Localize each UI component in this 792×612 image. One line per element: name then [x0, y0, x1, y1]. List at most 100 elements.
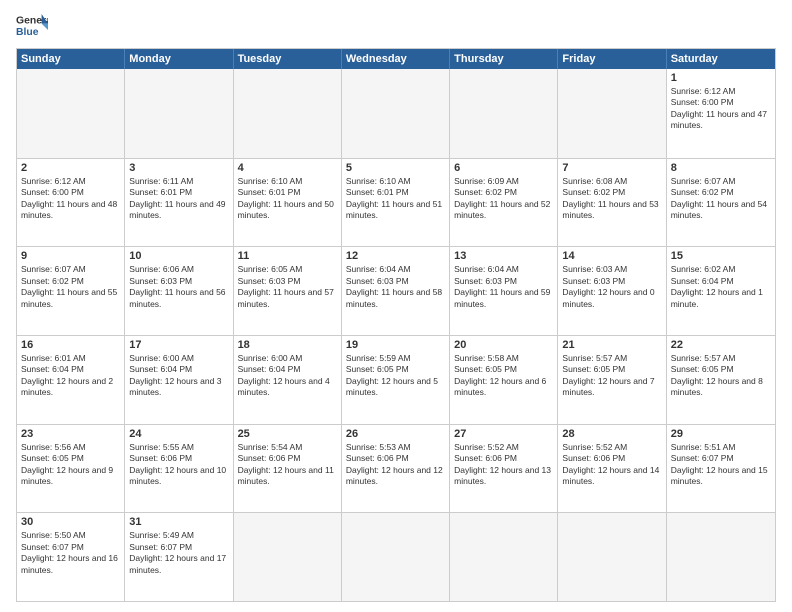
calendar-week: 2Sunrise: 6:12 AM Sunset: 6:00 PM Daylig…	[17, 158, 775, 247]
day-number: 20	[454, 339, 553, 351]
day-info: Sunrise: 6:09 AM Sunset: 6:02 PM Dayligh…	[454, 176, 553, 222]
day-info: Sunrise: 6:08 AM Sunset: 6:02 PM Dayligh…	[562, 176, 661, 222]
day-number: 13	[454, 250, 553, 262]
calendar-day: 21 Sunrise: 5:57 AM Sunset: 6:05 PM Dayli…	[558, 336, 666, 424]
day-info: Sunrise: 6:07 AM Sunset: 6:02 PM Dayligh…	[671, 176, 771, 222]
day-number: 27	[454, 428, 553, 440]
calendar-day: 22Sunrise: 5:57 AM Sunset: 6:05 PM Dayli…	[667, 336, 775, 424]
day-number: 3	[129, 162, 228, 174]
calendar-day: 18Sunrise: 6:00 AM Sunset: 6:04 PM Dayli…	[234, 336, 342, 424]
weekday-header: Thursday	[450, 49, 558, 69]
day-number: 10	[129, 250, 228, 262]
calendar-day: 28 Sunrise: 5:52 AM Sunset: 6:06 PM Dayli…	[558, 425, 666, 513]
day-number: 25	[238, 428, 337, 440]
calendar-day	[234, 69, 342, 158]
calendar-day: 10 Sunrise: 6:06 AM Sunset: 6:03 PM Dayli…	[125, 247, 233, 335]
day-info: Sunrise: 6:03 AM Sunset: 6:03 PM Dayligh…	[562, 264, 661, 310]
calendar-day: 16 Sunrise: 6:01 AM Sunset: 6:04 PM Dayli…	[17, 336, 125, 424]
calendar-day	[342, 69, 450, 158]
day-info: Sunrise: 5:52 AM Sunset: 6:06 PM Dayligh…	[562, 442, 661, 488]
day-number: 5	[346, 162, 445, 174]
day-number: 2	[21, 162, 120, 174]
calendar-day: 23Sunrise: 5:56 AM Sunset: 6:05 PM Dayli…	[17, 425, 125, 513]
day-number: 30	[21, 516, 120, 528]
day-number: 9	[21, 250, 120, 262]
calendar-day: 8 Sunrise: 6:07 AM Sunset: 6:02 PM Daylig…	[667, 159, 775, 247]
day-info: Sunrise: 5:50 AM Sunset: 6:07 PM Dayligh…	[21, 530, 120, 576]
day-info: Sunrise: 6:04 AM Sunset: 6:03 PM Dayligh…	[454, 264, 553, 310]
day-number: 4	[238, 162, 337, 174]
calendar-week: 1 Sunrise: 6:12 AM Sunset: 6:00 PM Daylig…	[17, 69, 775, 158]
day-number: 31	[129, 516, 228, 528]
day-info: Sunrise: 5:52 AM Sunset: 6:06 PM Dayligh…	[454, 442, 553, 488]
day-info: Sunrise: 6:12 AM Sunset: 6:00 PM Dayligh…	[671, 86, 771, 132]
day-number: 14	[562, 250, 661, 262]
weekday-header: Wednesday	[342, 49, 450, 69]
generalblue-logo-icon: General Blue	[16, 12, 48, 40]
calendar-day: 2Sunrise: 6:12 AM Sunset: 6:00 PM Daylig…	[17, 159, 125, 247]
calendar-day	[558, 513, 666, 601]
calendar-header: SundayMondayTuesdayWednesdayThursdayFrid…	[17, 49, 775, 69]
calendar-week: 30 Sunrise: 5:50 AM Sunset: 6:07 PM Dayli…	[17, 512, 775, 601]
day-number: 17	[129, 339, 228, 351]
day-info: Sunrise: 6:00 AM Sunset: 6:04 PM Dayligh…	[129, 353, 228, 399]
day-number: 16	[21, 339, 120, 351]
day-info: Sunrise: 5:54 AM Sunset: 6:06 PM Dayligh…	[238, 442, 337, 488]
calendar-day: 6 Sunrise: 6:09 AM Sunset: 6:02 PM Daylig…	[450, 159, 558, 247]
weekday-header: Sunday	[17, 49, 125, 69]
day-number: 12	[346, 250, 445, 262]
calendar-day: 3 Sunrise: 6:11 AM Sunset: 6:01 PM Daylig…	[125, 159, 233, 247]
day-number: 8	[671, 162, 771, 174]
calendar-day: 1 Sunrise: 6:12 AM Sunset: 6:00 PM Daylig…	[667, 69, 775, 158]
calendar-day: 11Sunrise: 6:05 AM Sunset: 6:03 PM Dayli…	[234, 247, 342, 335]
day-info: Sunrise: 5:58 AM Sunset: 6:05 PM Dayligh…	[454, 353, 553, 399]
day-number: 29	[671, 428, 771, 440]
day-number: 7	[562, 162, 661, 174]
calendar-day	[667, 513, 775, 601]
svg-text:Blue: Blue	[16, 27, 39, 38]
calendar-day: 19 Sunrise: 5:59 AM Sunset: 6:05 PM Dayli…	[342, 336, 450, 424]
day-info: Sunrise: 6:04 AM Sunset: 6:03 PM Dayligh…	[346, 264, 445, 310]
day-number: 26	[346, 428, 445, 440]
day-info: Sunrise: 5:57 AM Sunset: 6:05 PM Dayligh…	[671, 353, 771, 399]
day-number: 28	[562, 428, 661, 440]
day-number: 1	[671, 72, 771, 84]
calendar-day	[125, 69, 233, 158]
calendar-day: 31 Sunrise: 5:49 AM Sunset: 6:07 PM Dayli…	[125, 513, 233, 601]
day-info: Sunrise: 6:06 AM Sunset: 6:03 PM Dayligh…	[129, 264, 228, 310]
day-info: Sunrise: 6:11 AM Sunset: 6:01 PM Dayligh…	[129, 176, 228, 222]
day-number: 15	[671, 250, 771, 262]
calendar-day	[342, 513, 450, 601]
day-info: Sunrise: 5:51 AM Sunset: 6:07 PM Dayligh…	[671, 442, 771, 488]
calendar-day: 26 Sunrise: 5:53 AM Sunset: 6:06 PM Dayli…	[342, 425, 450, 513]
calendar-day: 5 Sunrise: 6:10 AM Sunset: 6:01 PM Daylig…	[342, 159, 450, 247]
calendar-day	[450, 513, 558, 601]
calendar-week: 16 Sunrise: 6:01 AM Sunset: 6:04 PM Dayli…	[17, 335, 775, 424]
day-info: Sunrise: 6:01 AM Sunset: 6:04 PM Dayligh…	[21, 353, 120, 399]
calendar-day: 13 Sunrise: 6:04 AM Sunset: 6:03 PM Dayli…	[450, 247, 558, 335]
day-number: 23	[21, 428, 120, 440]
logo: General Blue	[16, 12, 48, 40]
calendar-day: 29 Sunrise: 5:51 AM Sunset: 6:07 PM Dayli…	[667, 425, 775, 513]
day-number: 6	[454, 162, 553, 174]
day-info: Sunrise: 5:53 AM Sunset: 6:06 PM Dayligh…	[346, 442, 445, 488]
calendar-day: 15Sunrise: 6:02 AM Sunset: 6:04 PM Dayli…	[667, 247, 775, 335]
day-number: 21	[562, 339, 661, 351]
calendar-day: 14 Sunrise: 6:03 AM Sunset: 6:03 PM Dayli…	[558, 247, 666, 335]
day-info: Sunrise: 5:59 AM Sunset: 6:05 PM Dayligh…	[346, 353, 445, 399]
day-number: 24	[129, 428, 228, 440]
header: General Blue	[16, 12, 776, 40]
calendar-day: 25 Sunrise: 5:54 AM Sunset: 6:06 PM Dayli…	[234, 425, 342, 513]
page: General Blue SundayMondayTuesdayWednesda…	[0, 0, 792, 612]
calendar-body: 1 Sunrise: 6:12 AM Sunset: 6:00 PM Daylig…	[17, 69, 775, 601]
calendar-day	[558, 69, 666, 158]
calendar-day: 27 Sunrise: 5:52 AM Sunset: 6:06 PM Dayli…	[450, 425, 558, 513]
day-info: Sunrise: 5:49 AM Sunset: 6:07 PM Dayligh…	[129, 530, 228, 576]
day-number: 19	[346, 339, 445, 351]
calendar-day: 12 Sunrise: 6:04 AM Sunset: 6:03 PM Dayli…	[342, 247, 450, 335]
day-info: Sunrise: 5:57 AM Sunset: 6:05 PM Dayligh…	[562, 353, 661, 399]
calendar-day	[17, 69, 125, 158]
calendar-day: 24Sunrise: 5:55 AM Sunset: 6:06 PM Dayli…	[125, 425, 233, 513]
day-info: Sunrise: 6:10 AM Sunset: 6:01 PM Dayligh…	[346, 176, 445, 222]
day-info: Sunrise: 6:00 AM Sunset: 6:04 PM Dayligh…	[238, 353, 337, 399]
